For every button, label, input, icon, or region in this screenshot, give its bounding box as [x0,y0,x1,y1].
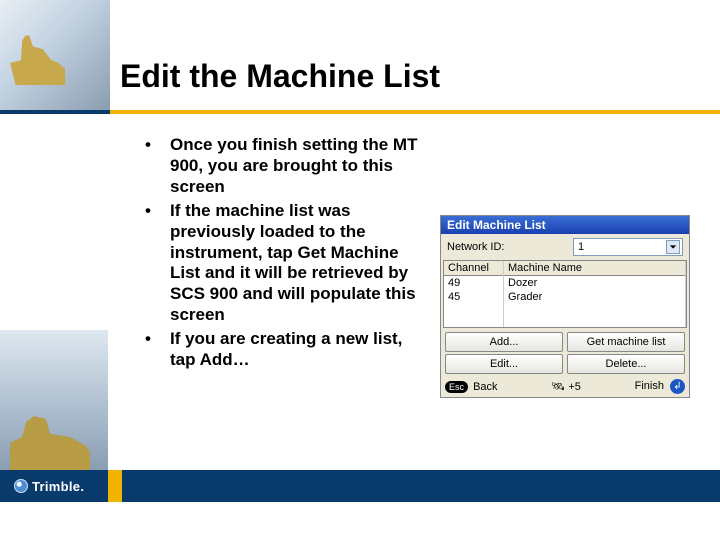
bullet-item: Once you finish setting the MT 900, you … [140,135,425,198]
status-bar: Esc Back 🛰 +5 Finish ↲ [441,376,689,397]
finish-button[interactable]: Finish ↲ [635,379,685,394]
footer-bar: Trimble. [0,470,720,502]
machine-table: Channel 49 45 Machine Name Dozer Grader [443,260,687,328]
cell-channel[interactable]: 45 [444,290,503,304]
add-button[interactable]: Add... [445,332,563,352]
back-label: Back [473,381,497,393]
back-button[interactable]: Esc Back [445,381,498,393]
brand-text: Trimble. [32,479,84,494]
chevron-down-icon [666,240,680,254]
network-id-label: Network ID: [447,241,567,253]
device-screenshot: Edit Machine List Network ID: 1 Channel … [440,215,690,398]
satellite-status: 🛰 +5 [551,380,581,393]
col-header-name: Machine Name [504,261,685,276]
bullet-item: If you are creating a new list, tap Add… [140,329,425,371]
network-id-value: 1 [578,241,584,253]
accent-bar [0,110,720,114]
slide: Edit the Machine List Once you finish se… [0,0,720,540]
bullet-item: If the machine list was previously loade… [140,201,425,326]
cell-channel[interactable]: 49 [444,276,503,290]
edit-button[interactable]: Edit... [445,354,563,374]
network-id-combo[interactable]: 1 [573,238,683,256]
slide-title: Edit the Machine List [120,58,440,95]
brand-logo: Trimble. [14,479,84,494]
network-id-row: Network ID: 1 [441,234,689,260]
delete-button[interactable]: Delete... [567,354,685,374]
cell-name[interactable]: Dozer [504,276,685,290]
satellite-count: +5 [568,381,581,393]
cell-name[interactable]: Grader [504,290,685,304]
bullet-list: Once you finish setting the MT 900, you … [140,135,425,374]
finish-label: Finish [635,380,664,392]
window-title: Edit Machine List [441,216,689,234]
globe-icon [14,479,28,493]
esc-key-icon: Esc [445,381,468,393]
header-photo-excavator [0,0,110,110]
get-machine-list-button[interactable]: Get machine list [567,332,685,352]
satellite-icon: 🛰 [551,381,565,393]
enter-key-icon: ↲ [670,379,685,394]
footer-accent [108,470,122,502]
col-header-channel: Channel [444,261,503,276]
